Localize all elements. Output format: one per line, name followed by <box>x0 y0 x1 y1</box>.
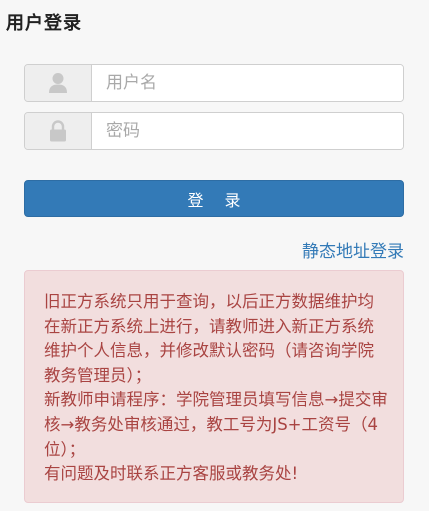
notice-line-2: 新教师申请程序：学院管理员填写信息→提交审核→教务处审核通过，教工号为JS+工资… <box>44 390 388 459</box>
username-input[interactable] <box>92 65 403 101</box>
page-title: 用户登录 <box>6 13 82 34</box>
user-icon <box>25 65 92 101</box>
lock-icon <box>25 113 92 149</box>
password-group <box>24 112 404 150</box>
notice-line-1: 旧正方系统只用于查询，以后正方数据维护均在新正方系统上进行，请教师进入新正方系统… <box>44 292 374 385</box>
login-button[interactable]: 登 录 <box>24 180 404 217</box>
notice-line-3: 有问题及时联系正方客服或教务处! <box>44 464 299 484</box>
login-page: 用户登录 登 录 静态地址登录 旧正方系统只用于查询，以后正方数据维护均在新正方… <box>0 0 429 511</box>
username-group <box>24 64 404 102</box>
static-login-link[interactable]: 静态地址登录 <box>302 237 404 262</box>
notice-alert: 旧正方系统只用于查询，以后正方数据维护均在新正方系统上进行，请教师进入新正方系统… <box>24 270 404 503</box>
password-input[interactable] <box>92 113 403 149</box>
